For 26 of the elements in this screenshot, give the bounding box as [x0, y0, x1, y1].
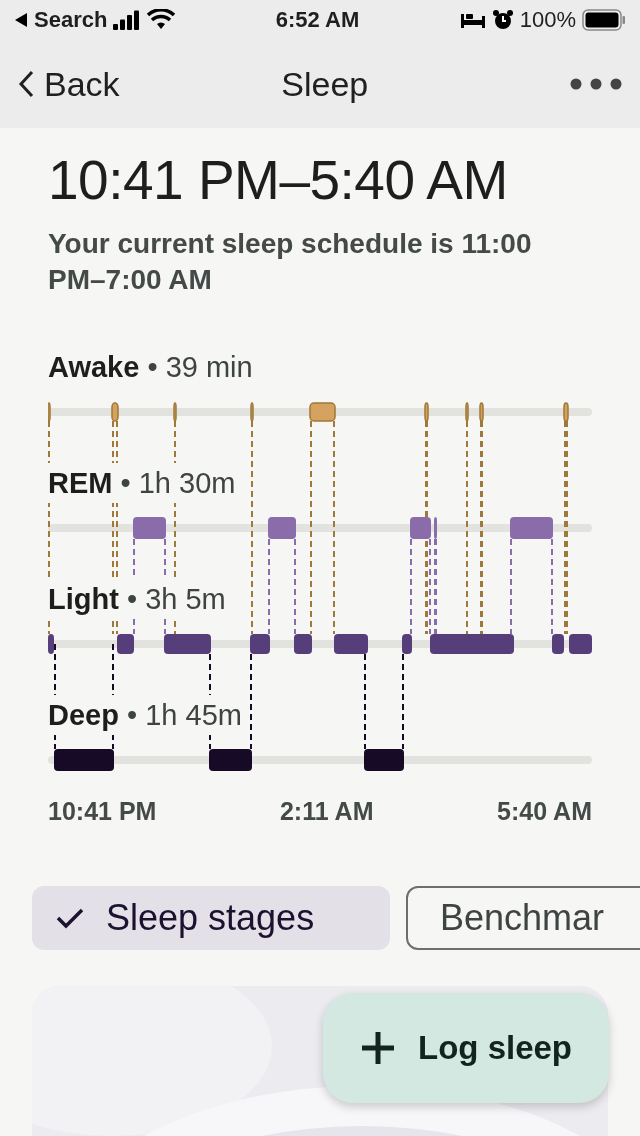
more-icon[interactable] — [570, 78, 622, 90]
signal-icon — [113, 10, 142, 30]
schedule-text: Your current sleep schedule is 11:00 PM–7:00 AM — [48, 227, 533, 298]
stage-label: Deep • 1h 45m — [48, 694, 242, 735]
filter-chip[interactable]: Benchmar — [406, 885, 640, 950]
clock: 6:52 AM — [275, 7, 360, 33]
axis-label: 5:40 AM — [497, 796, 592, 826]
battery-percent: 100% — [519, 7, 576, 33]
back-app-label[interactable]: Search — [34, 7, 108, 33]
sleep-time-range: 10:41 PM–5:40 AM — [48, 148, 509, 212]
check-icon — [56, 906, 84, 929]
bed-icon — [459, 11, 486, 29]
axis-label: 10:41 PM — [48, 796, 157, 826]
screen-title: Sleep — [281, 64, 369, 104]
alarm-icon — [491, 9, 514, 31]
wifi-icon — [147, 9, 176, 31]
back-button[interactable]: Back — [18, 64, 120, 104]
log-sleep-button[interactable]: Log sleep — [323, 993, 609, 1103]
back-arrow-icon — [14, 12, 28, 28]
filter-chip[interactable]: Sleep stages — [32, 885, 390, 950]
chevron-left-icon — [18, 70, 34, 98]
axis-label: 2:11 AM — [279, 796, 374, 826]
stage-label: Light • 3h 5m — [48, 578, 226, 619]
stage-label: REM • 1h 30m — [48, 462, 236, 503]
plus-icon — [360, 1030, 396, 1066]
battery-icon — [582, 9, 626, 31]
